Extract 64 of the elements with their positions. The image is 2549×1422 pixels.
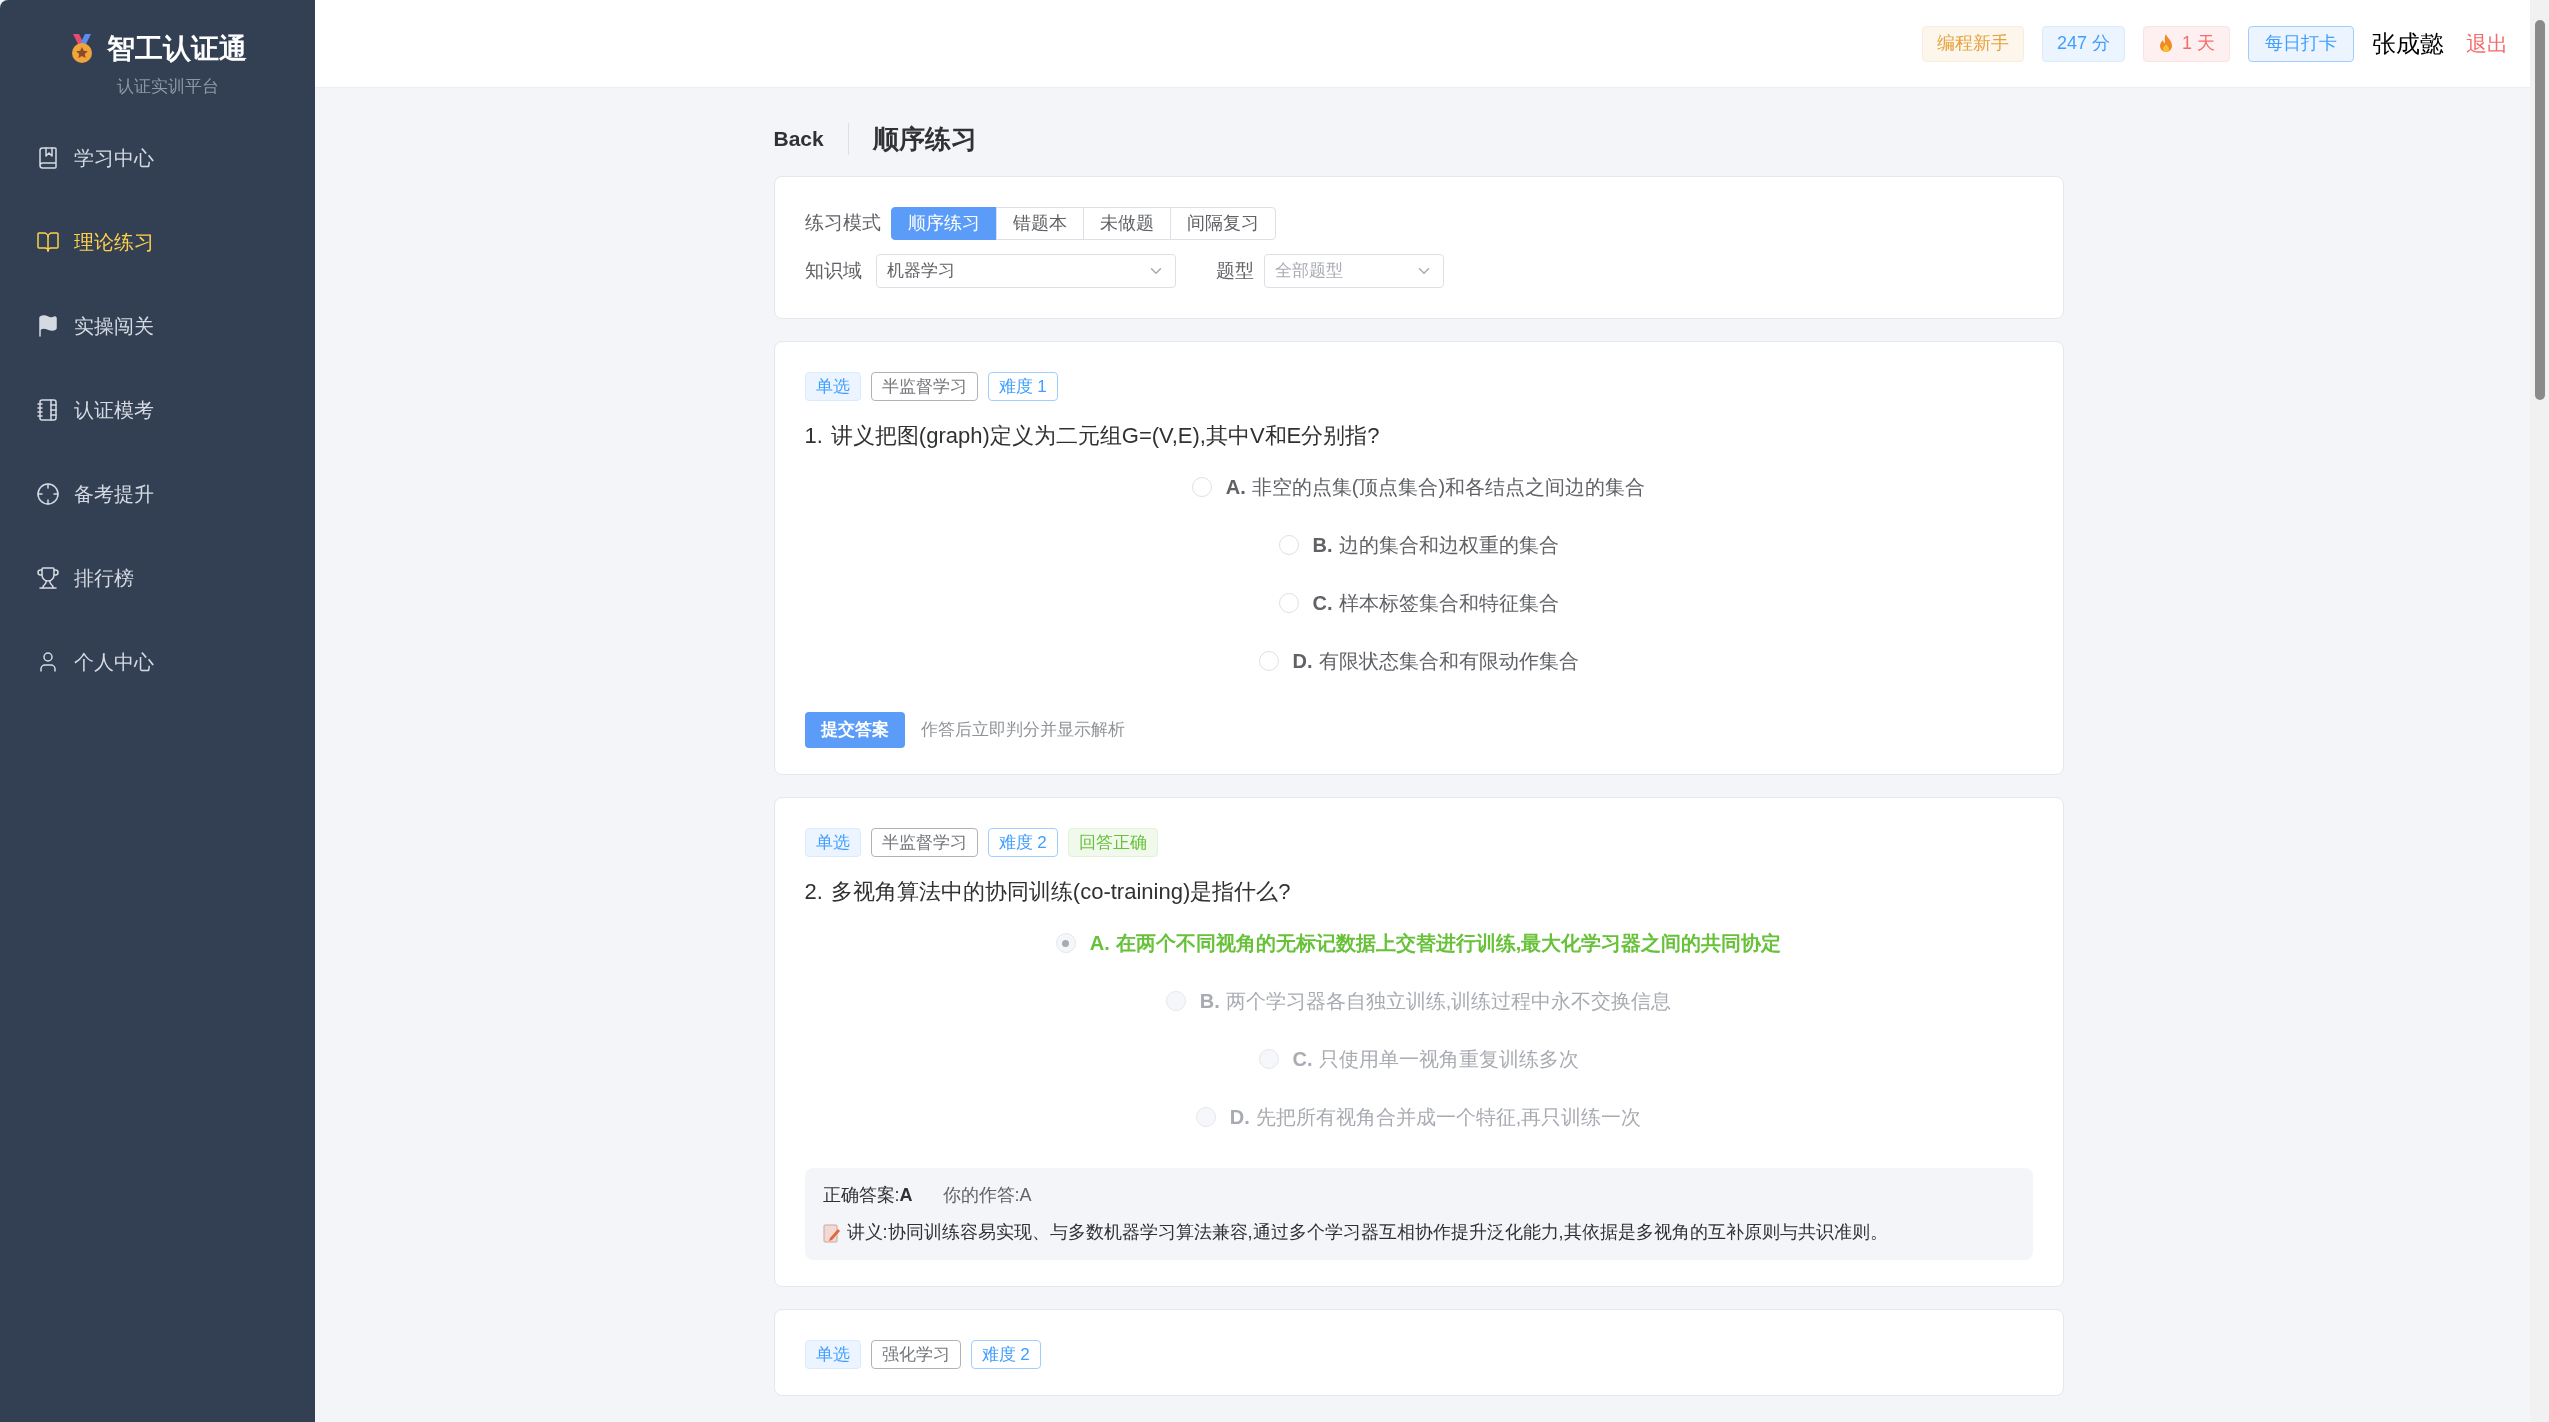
mode-label: 练习模式 bbox=[804, 211, 881, 236]
question-tag: 单选 bbox=[804, 1340, 861, 1369]
option-text: A. 在两个不同视角的无标记数据上交替进行训练,最大化学习器之间的共同协定 bbox=[1089, 931, 1782, 956]
nav-item[interactable]: 实操闯关 bbox=[0, 283, 315, 368]
radio-button[interactable] bbox=[1195, 1107, 1216, 1127]
option-text: A. 非空的点集(顶点集合)和各结点之间边的集合 bbox=[1225, 475, 1646, 500]
book-icon bbox=[36, 145, 60, 170]
crosshair-icon bbox=[36, 481, 60, 506]
nav-item[interactable]: 个人中心 bbox=[0, 619, 315, 704]
radio-button[interactable] bbox=[1191, 477, 1212, 497]
nav-item[interactable]: 理论练习 bbox=[0, 199, 315, 284]
question-text: 讲义把图(graph)定义为二元组G=(V,E),其中V和E分别指? bbox=[830, 422, 1380, 450]
flag-icon bbox=[36, 313, 60, 338]
flame-icon bbox=[2158, 33, 2174, 54]
domain-select[interactable]: 机器学习 bbox=[875, 254, 1176, 288]
radio-button[interactable] bbox=[1278, 535, 1299, 555]
question-tag: 难度 1 bbox=[987, 372, 1058, 401]
hint-text: 作答后立即判分并显示解析 bbox=[920, 719, 1125, 742]
memo-icon bbox=[822, 1222, 841, 1243]
question-number: 2. bbox=[804, 878, 823, 906]
option-text: D. 先把所有视角合并成一个特征,再只训练一次 bbox=[1229, 1105, 1642, 1130]
trophy-icon bbox=[36, 565, 60, 590]
header-badge: 247 分 bbox=[2041, 25, 2125, 62]
back-link[interactable]: Back bbox=[773, 123, 849, 155]
open-book-icon bbox=[36, 229, 60, 254]
question-tag: 强化学习 bbox=[870, 1340, 961, 1369]
question-tag: 单选 bbox=[804, 828, 861, 857]
question-text: 多视角算法中的协同训练(co-training)是指什么? bbox=[830, 878, 1291, 906]
nav-item[interactable]: 备考提升 bbox=[0, 451, 315, 536]
question-tag: 半监督学习 bbox=[870, 828, 978, 857]
option-text: B. 边的集合和边权重的集合 bbox=[1312, 533, 1559, 558]
option-text: D. 有限状态集合和有限动作集合 bbox=[1292, 649, 1579, 674]
mode-tab[interactable]: 错题本 bbox=[995, 207, 1084, 240]
mode-tab[interactable]: 未做题 bbox=[1082, 207, 1171, 240]
correct-answer: 正确答案:A bbox=[822, 1184, 913, 1207]
question-tag: 单选 bbox=[804, 372, 861, 401]
header-badge: 1 天 bbox=[2143, 25, 2230, 62]
question-tag: 难度 2 bbox=[970, 1340, 1041, 1369]
your-answer: 你的作答:A bbox=[942, 1184, 1032, 1207]
radio-button[interactable] bbox=[1278, 593, 1299, 613]
radio-button[interactable] bbox=[1055, 933, 1076, 953]
domain-label: 知识域 bbox=[804, 258, 862, 283]
question-tag: 回答正确 bbox=[1067, 828, 1158, 857]
app-subtitle: 认证实训平台 bbox=[116, 76, 219, 98]
app-title: 智工认证通 bbox=[106, 32, 247, 66]
nav-item[interactable]: 排行榜 bbox=[0, 535, 315, 620]
nav-item[interactable]: 认证模考 bbox=[0, 367, 315, 452]
notebook-icon bbox=[36, 397, 60, 422]
radio-button[interactable] bbox=[1165, 991, 1186, 1011]
header-badge: 编程新手 bbox=[1921, 25, 2024, 62]
question-number: 1. bbox=[804, 422, 823, 450]
option-text: B. 两个学习器各自独立训练,训练过程中永不交换信息 bbox=[1199, 989, 1672, 1014]
option-text: C. 样本标签集合和特征集合 bbox=[1312, 591, 1559, 616]
option-text: C. 只使用单一视角重复训练多次 bbox=[1292, 1047, 1579, 1072]
mode-tab[interactable]: 间隔复习 bbox=[1169, 207, 1276, 240]
radio-button[interactable] bbox=[1258, 651, 1279, 671]
explanation-text: 讲义:协同训练容易实现、与多数机器学习算法兼容,通过多个学习器互相协作提升泛化能力,其依据是多视角的互补原则与共识准则。 bbox=[846, 1221, 1888, 1244]
page-title: 顺序练习 bbox=[872, 122, 977, 156]
question-tag: 难度 2 bbox=[987, 828, 1058, 857]
type-label: 题型 bbox=[1215, 258, 1254, 283]
nav-item[interactable]: 学习中心 bbox=[0, 115, 315, 200]
question-tag: 半监督学习 bbox=[870, 372, 978, 401]
user-name: 张成懿 bbox=[2372, 28, 2444, 59]
radio-button[interactable] bbox=[1258, 1049, 1279, 1069]
